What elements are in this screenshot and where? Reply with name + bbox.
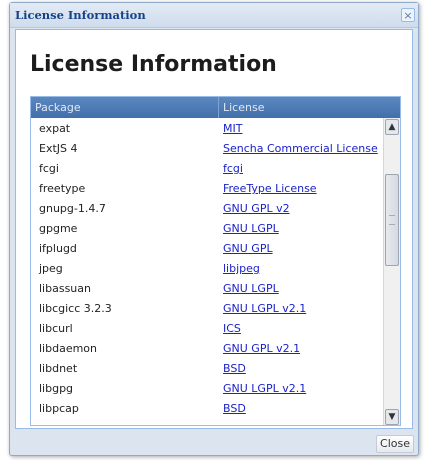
- license-link[interactable]: GNU LGPL v2.1: [223, 382, 306, 395]
- package-cell: fcgi: [39, 162, 59, 175]
- scroll-thumb[interactable]: [385, 174, 399, 266]
- table-row[interactable]: libcgicc 3.2.3 GNU LGPL v2.1: [31, 299, 400, 319]
- package-cell: freetype: [39, 182, 86, 195]
- license-grid: Package License expat MIT ExtJS 4 Sencha Co…: [30, 96, 401, 426]
- table-row[interactable]: expat MIT: [31, 119, 400, 139]
- table-row[interactable]: libassuan GNU LGPL: [31, 279, 400, 299]
- license-link[interactable]: GNU LGPL: [223, 222, 279, 235]
- table-row[interactable]: ifplugd GNU GPL: [31, 239, 400, 259]
- table-row[interactable]: jpeg libjpeg: [31, 259, 400, 279]
- close-icon[interactable]: ×: [401, 8, 415, 22]
- dialog-titlebar[interactable]: License Information ×: [10, 3, 418, 28]
- table-row[interactable]: fcgi fcgi: [31, 159, 400, 179]
- package-cell: gpgme: [39, 222, 78, 235]
- table-row[interactable]: libdnet BSD: [31, 359, 400, 379]
- table-row[interactable]: freetype FreeType License: [31, 179, 400, 199]
- package-cell: libdnet: [39, 362, 78, 375]
- package-cell: libassuan: [39, 282, 91, 295]
- license-link[interactable]: GNU GPL v2: [223, 202, 290, 215]
- package-cell: libpcap: [39, 402, 79, 415]
- license-link[interactable]: GNU GPL v2.1: [223, 342, 300, 355]
- license-link[interactable]: GNU LGPL: [223, 282, 279, 295]
- table-row[interactable]: ExtJS 4 Sencha Commercial License: [31, 139, 400, 159]
- grid-header: Package License: [31, 97, 400, 118]
- package-cell: ifplugd: [39, 242, 77, 255]
- license-link[interactable]: BSD: [223, 402, 246, 415]
- license-link[interactable]: Sencha Commercial License: [223, 142, 378, 155]
- dialog-title: License Information: [15, 8, 146, 22]
- vertical-scrollbar[interactable]: ▲ ▼: [383, 118, 400, 425]
- table-row[interactable]: libgpg GNU LGPL v2.1: [31, 379, 400, 399]
- column-header-package[interactable]: Package: [31, 97, 219, 118]
- license-link[interactable]: MIT: [223, 122, 242, 135]
- table-row[interactable]: gpgme GNU LGPL: [31, 219, 400, 239]
- column-header-license[interactable]: License: [219, 97, 400, 118]
- scroll-up-icon[interactable]: ▲: [385, 119, 399, 135]
- package-cell: libcurl: [39, 322, 73, 335]
- package-cell: ExtJS 4: [39, 142, 78, 155]
- table-row[interactable]: libpcap BSD: [31, 399, 400, 419]
- scroll-down-icon[interactable]: ▼: [385, 409, 399, 425]
- license-dialog: License Information × License Informatio…: [9, 2, 419, 456]
- table-row[interactable]: gnupg-1.4.7 GNU GPL v2: [31, 199, 400, 219]
- license-link[interactable]: GNU GPL: [223, 242, 273, 255]
- license-link[interactable]: GNU LGPL v2.1: [223, 302, 306, 315]
- license-link[interactable]: libjpeg: [223, 262, 260, 275]
- page-title: License Information: [30, 52, 277, 77]
- package-cell: libdaemon: [39, 342, 98, 355]
- close-button[interactable]: Close: [376, 435, 414, 453]
- package-cell: gnupg-1.4.7: [39, 202, 106, 215]
- table-row[interactable]: libdaemon GNU GPL v2.1: [31, 339, 400, 359]
- package-cell: jpeg: [39, 262, 63, 275]
- package-cell: libcgicc 3.2.3: [39, 302, 112, 315]
- dialog-body: License Information Package License expa…: [15, 29, 413, 429]
- table-row[interactable]: libcurl ICS: [31, 319, 400, 339]
- license-link[interactable]: FreeType License: [223, 182, 317, 195]
- license-link[interactable]: ICS: [223, 322, 241, 335]
- license-link[interactable]: BSD: [223, 362, 246, 375]
- license-link[interactable]: fcgi: [223, 162, 243, 175]
- package-cell: expat: [39, 122, 71, 135]
- package-cell: libgpg: [39, 382, 74, 395]
